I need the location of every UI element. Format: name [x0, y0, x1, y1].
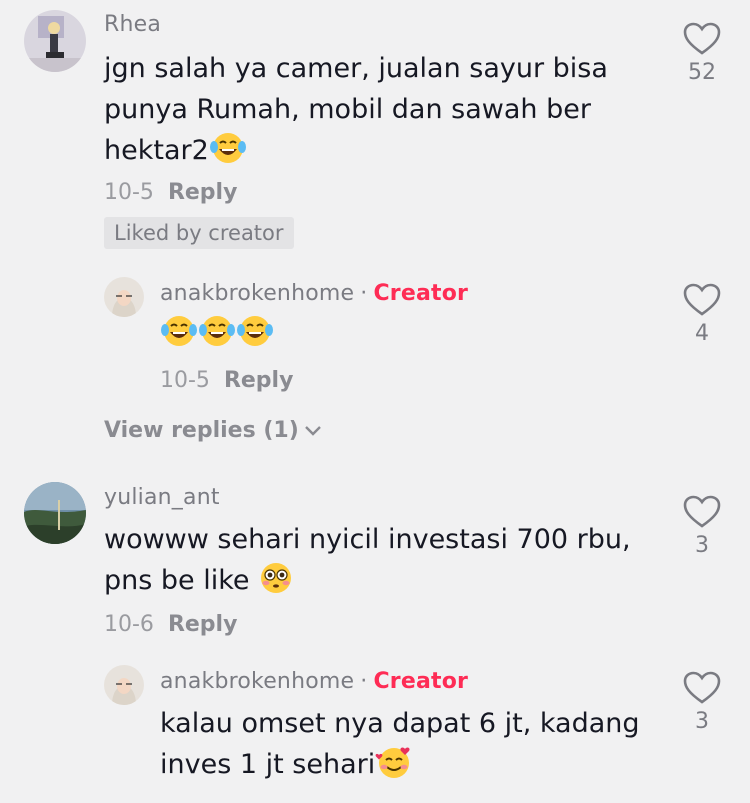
comment-text-line: hektar2	[104, 135, 209, 166]
comment-date: 10-5	[104, 180, 154, 205]
reply-username[interactable]: anakbrokenhome	[160, 669, 354, 694]
view-replies-button[interactable]: View replies (1)	[104, 418, 323, 443]
heart-icon[interactable]	[683, 495, 721, 529]
reply-date: 10-5	[160, 368, 210, 393]
avatar[interactable]	[24, 482, 86, 544]
comment-text-line: jgn salah ya camer, jualan sayur bisa	[104, 53, 608, 84]
reply-text-line-with-emoji: inves 1 jt sehari	[160, 744, 640, 791]
creator-tag: Creator	[373, 281, 469, 306]
comment-meta: 10-6 Reply	[104, 612, 237, 637]
liked-by-creator-badge: Liked by creator	[104, 217, 294, 249]
separator-dot: ·	[360, 281, 368, 306]
flushed-face-icon	[258, 561, 294, 607]
creator-tag: Creator	[373, 669, 469, 694]
avatar[interactable]	[104, 665, 144, 705]
avatar[interactable]	[24, 10, 86, 72]
like-button[interactable]: 3	[672, 495, 732, 558]
like-button[interactable]: 4	[672, 283, 732, 346]
reply-button[interactable]: Reply	[168, 612, 238, 637]
like-button[interactable]: 52	[672, 22, 732, 85]
comment-text-line: punya Rumah, mobil dan sawah ber	[104, 94, 591, 125]
comment-meta: 10-5 Reply	[104, 180, 237, 205]
laughing-tears-icon	[160, 314, 198, 360]
reply-username-row: anakbrokenhome · Creator	[160, 669, 468, 694]
laughing-tears-icon	[236, 314, 274, 360]
view-replies-label: View replies (1)	[104, 418, 299, 443]
reply-button[interactable]: Reply	[224, 368, 294, 393]
reply-text: kalau omset nya dapat 6 jt, kadang inves…	[160, 703, 640, 791]
laughing-tears-icon	[198, 314, 236, 360]
reply-emojis	[160, 313, 274, 360]
heart-icon[interactable]	[683, 283, 721, 317]
reply-text-line: kalau omset nya dapat 6 jt, kadang	[160, 708, 640, 739]
comment-username[interactable]: yulian_ant	[104, 485, 220, 510]
comment-text: jgn salah ya camer, jualan sayur bisa pu…	[104, 48, 608, 177]
avatar[interactable]	[104, 277, 144, 317]
like-count: 3	[695, 709, 709, 734]
comment-text-line: wowww sehari nyicil investasi 700 rbu,	[104, 524, 631, 555]
comment-date: 10-6	[104, 612, 154, 637]
comment-text-line: pns be like	[104, 565, 250, 596]
reply-text-line: inves 1 jt sehari	[160, 749, 376, 780]
reply-meta: 10-5 Reply	[160, 368, 293, 393]
like-count: 52	[688, 60, 716, 85]
reply-button[interactable]: Reply	[168, 180, 238, 205]
comment-text: wowww sehari nyicil investasi 700 rbu, p…	[104, 519, 631, 607]
heart-icon[interactable]	[683, 671, 721, 705]
separator-dot: ·	[360, 669, 368, 694]
laughing-tears-icon	[209, 131, 247, 177]
like-count: 3	[695, 533, 709, 558]
like-button[interactable]: 3	[672, 671, 732, 734]
heart-icon[interactable]	[683, 22, 721, 56]
reply-username-row: anakbrokenhome · Creator	[160, 281, 468, 306]
smiling-face-with-hearts-icon	[375, 745, 413, 791]
comment-text-line-with-emoji: pns be like	[104, 560, 631, 607]
comment-username[interactable]: Rhea	[104, 12, 161, 37]
like-count: 4	[695, 321, 709, 346]
reply-username[interactable]: anakbrokenhome	[160, 281, 354, 306]
chevron-down-icon	[304, 426, 321, 436]
comment-text-line-with-emoji: hektar2	[104, 130, 608, 177]
